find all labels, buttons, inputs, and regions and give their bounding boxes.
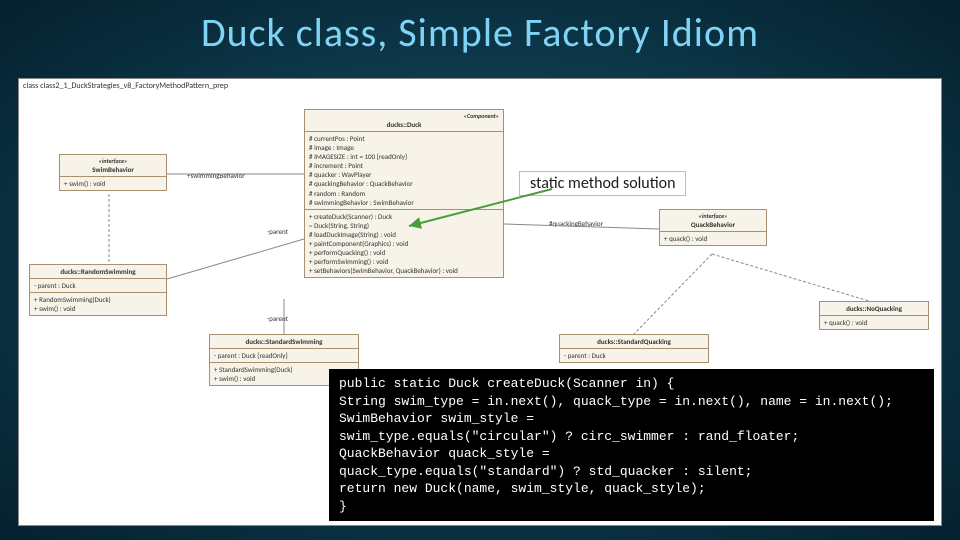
class-noquacking: ducks::NoQuacking + quack() : void: [819, 301, 929, 330]
package-label: class class2_1_DuckStrategies_v8_Factory…: [23, 81, 228, 91]
code-line: }: [339, 498, 924, 516]
op: + paintComponent(Graphics) : void: [309, 239, 499, 248]
code-line: return new Duck(name, swim_style, quack_…: [339, 480, 924, 498]
attr: # IMAGESIZE : int = 100 {readOnly}: [309, 152, 499, 161]
op: + performSwimming() : void: [309, 257, 499, 266]
code-line: String swim_type = in.next(), quack_type…: [339, 393, 924, 411]
class-attrs: - parent : Duck {readOnly}: [210, 349, 358, 363]
stereotype: «Component»: [309, 112, 499, 120]
uml-diagram: class class2_1_DuckStrategies_v8_Factory…: [18, 78, 942, 526]
rel-parent: -parent: [267, 227, 288, 236]
attr: # increment : Point: [309, 161, 499, 170]
attr: # image : Image: [309, 143, 499, 152]
class-ops: + RandomSwimming(Duck) + swim() : void: [30, 293, 166, 315]
class-attrs: - parent : Duck: [30, 279, 166, 293]
class-name: QuackBehavior: [664, 220, 762, 229]
code-snippet: public static Duck createDuck(Scanner in…: [329, 369, 934, 521]
op: + setBehaviors(SwimBehavior, QuackBehavi…: [309, 266, 499, 275]
attr: # quacker : WavPlayer: [309, 170, 499, 179]
class-randomswimming: ducks::RandomSwimming - parent : Duck + …: [29, 264, 167, 316]
rel-swimming: +swimmingBehavior: [187, 171, 245, 180]
class-swimbehavior: «interface» SwimBehavior + swim() : void: [59, 154, 167, 191]
stereotype: «interface»: [664, 212, 762, 220]
class-name: SwimBehavior: [64, 165, 162, 174]
class-ops: + swim() : void: [60, 177, 166, 190]
class-name: ducks::StandardSwimming: [210, 335, 358, 349]
class-ops: + quack() : void: [660, 232, 766, 245]
class-name: ducks::NoQuacking: [820, 302, 928, 316]
stereotype: «interface»: [64, 157, 162, 165]
code-line: QuackBehavior quack_style =: [339, 445, 924, 463]
rel-parent: -parent: [267, 314, 288, 323]
class-name: ducks::RandomSwimming: [30, 265, 166, 279]
code-line: public static Duck createDuck(Scanner in…: [339, 375, 924, 393]
arrow-icon: [397, 184, 567, 234]
class-attrs: - parent : Duck: [560, 349, 708, 362]
class-ops: + quack() : void: [820, 316, 928, 329]
op: + RandomSwimming(Duck): [34, 295, 162, 304]
code-line: SwimBehavior swim_style =: [339, 410, 924, 428]
class-quackbehavior: «interface» QuackBehavior + quack() : vo…: [659, 209, 767, 246]
op: + performQuacking() : void: [309, 248, 499, 257]
slide-title: Duck class, Simple Factory Idiom: [0, 0, 960, 57]
attr: # currentPos : Point: [309, 134, 499, 143]
class-standardquacking: ducks::StandardQuacking - parent : Duck: [559, 334, 709, 363]
class-name: ducks::Duck: [309, 120, 499, 129]
op: + swim() : void: [34, 304, 162, 313]
code-line: swim_type.equals("circular") ? circ_swim…: [339, 428, 924, 446]
code-line: quack_type.equals("standard") ? std_quac…: [339, 463, 924, 481]
class-name: ducks::StandardQuacking: [560, 335, 708, 349]
